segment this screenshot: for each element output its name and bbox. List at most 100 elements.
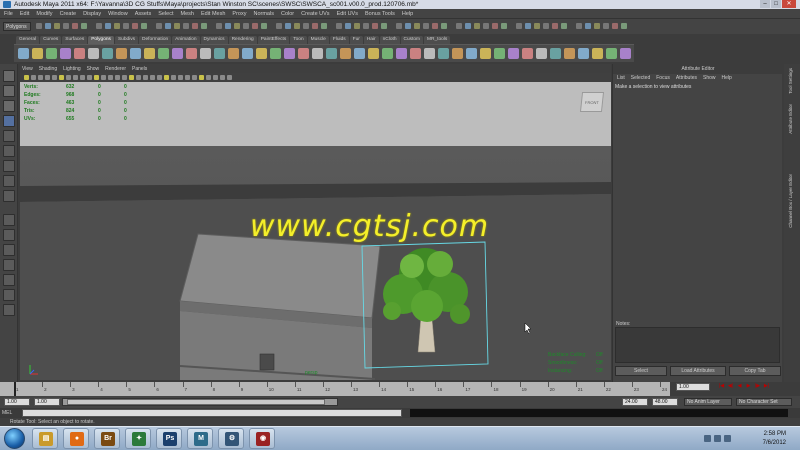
shelf-tool-icon[interactable] bbox=[32, 48, 43, 59]
shelf-tool-icon[interactable] bbox=[522, 48, 533, 59]
shelf-tool-icon[interactable] bbox=[550, 48, 561, 59]
status-line-icon[interactable] bbox=[423, 23, 429, 29]
shelf-tool-icon[interactable] bbox=[424, 48, 435, 59]
viewport-toolbar-icon[interactable] bbox=[80, 75, 85, 80]
viewport-toolbar-icon[interactable] bbox=[52, 75, 57, 80]
shelf-tool-icon[interactable] bbox=[200, 48, 211, 59]
status-line-icon[interactable] bbox=[585, 23, 591, 29]
status-line-icon[interactable] bbox=[123, 23, 129, 29]
shelf-tool-icon[interactable] bbox=[214, 48, 225, 59]
status-line-icon[interactable] bbox=[183, 23, 189, 29]
playback-button[interactable]: |◀ bbox=[718, 383, 725, 390]
status-line-icon[interactable] bbox=[36, 23, 42, 29]
tab-mr_tools[interactable]: MR_tools bbox=[424, 36, 451, 44]
shelf-tool-icon[interactable] bbox=[74, 48, 85, 59]
status-line-icon[interactable] bbox=[432, 23, 438, 29]
status-line-icon[interactable] bbox=[345, 23, 351, 29]
tool-button[interactable] bbox=[3, 304, 15, 316]
scene-3d[interactable] bbox=[20, 146, 611, 380]
shelf-tool-icon[interactable] bbox=[130, 48, 141, 59]
menu-item-help[interactable]: Help bbox=[402, 11, 413, 17]
attr-menu-selected[interactable]: Selected bbox=[631, 75, 650, 81]
tab-tool-settings[interactable]: Tool Settings bbox=[788, 68, 793, 94]
command-input[interactable] bbox=[22, 409, 402, 417]
menu-item-edit-uvs[interactable]: Edit UVs bbox=[337, 11, 358, 17]
status-line-icon[interactable] bbox=[534, 23, 540, 29]
character-set-select[interactable]: No Character Set bbox=[736, 398, 792, 406]
viewport-toolbar-icon[interactable] bbox=[73, 75, 78, 80]
tab-attribute-editor[interactable]: Attribute Editor bbox=[788, 104, 793, 134]
menu-item-color[interactable]: Color bbox=[281, 11, 294, 17]
taskbar-media-button[interactable]: ◉ bbox=[249, 428, 275, 449]
status-line-icon[interactable] bbox=[312, 23, 318, 29]
viewport-toolbar-icon[interactable] bbox=[220, 75, 225, 80]
status-line-icon[interactable] bbox=[192, 23, 198, 29]
maximize-button[interactable]: □ bbox=[771, 0, 781, 8]
tool-button[interactable] bbox=[3, 190, 15, 202]
status-line-icon[interactable] bbox=[45, 23, 51, 29]
viewport-toolbar-icon[interactable] bbox=[150, 75, 155, 80]
shelf-tool-icon[interactable] bbox=[494, 48, 505, 59]
tool-button[interactable] bbox=[3, 244, 15, 256]
playback-button[interactable]: |▶ bbox=[754, 383, 761, 390]
tool-button[interactable] bbox=[3, 85, 15, 97]
status-line-icon[interactable] bbox=[552, 23, 558, 29]
status-line-icon[interactable] bbox=[516, 23, 522, 29]
viewport-menu-shading[interactable]: Shading bbox=[39, 66, 57, 72]
shelf-tool-icon[interactable] bbox=[186, 48, 197, 59]
taskbar-bridge-button[interactable]: Br bbox=[94, 428, 120, 449]
tool-button[interactable] bbox=[3, 130, 15, 142]
tab-hair[interactable]: Hair bbox=[363, 36, 379, 44]
status-line-icon[interactable] bbox=[201, 23, 207, 29]
select-button[interactable]: Select bbox=[615, 366, 667, 376]
playback-button[interactable]: ◀ bbox=[736, 383, 743, 390]
tab-animation[interactable]: Animation bbox=[172, 36, 200, 44]
shelf-tool-icon[interactable] bbox=[60, 48, 71, 59]
status-line-icon[interactable] bbox=[576, 23, 582, 29]
shelf-tool-icon[interactable] bbox=[438, 48, 449, 59]
viewport-menu-panels[interactable]: Panels bbox=[132, 66, 147, 72]
shelf-tool-icon[interactable] bbox=[578, 48, 589, 59]
shelf-tool-icon[interactable] bbox=[284, 48, 295, 59]
status-line-icon[interactable] bbox=[225, 23, 231, 29]
anim-layer-select[interactable]: No Anim Layer bbox=[684, 398, 732, 406]
status-line-icon[interactable] bbox=[354, 23, 360, 29]
playback-end-field[interactable]: 24.00 bbox=[622, 398, 648, 406]
viewport-toolbar-icon[interactable] bbox=[136, 75, 141, 80]
menu-item-edit[interactable]: Edit bbox=[20, 11, 29, 17]
start-button[interactable] bbox=[4, 428, 25, 449]
viewport-toolbar-icon[interactable] bbox=[94, 75, 99, 80]
tool-button[interactable] bbox=[3, 145, 15, 157]
command-language-label[interactable]: MEL bbox=[2, 410, 12, 416]
tool-button[interactable] bbox=[3, 175, 15, 187]
tool-button[interactable] bbox=[3, 100, 15, 112]
status-line-icon[interactable] bbox=[141, 23, 147, 29]
shelf-tool-icon[interactable] bbox=[102, 48, 113, 59]
status-line-icon[interactable] bbox=[321, 23, 327, 29]
status-line-icon[interactable] bbox=[492, 23, 498, 29]
shelf-tool-icon[interactable] bbox=[508, 48, 519, 59]
status-line-icon[interactable] bbox=[561, 23, 567, 29]
playback-start-field[interactable]: 1.00 bbox=[34, 398, 60, 406]
status-line-icon[interactable] bbox=[261, 23, 267, 29]
shelf-tool-icon[interactable] bbox=[242, 48, 253, 59]
viewport-toolbar-icon[interactable] bbox=[101, 75, 106, 80]
status-line-icon[interactable] bbox=[165, 23, 171, 29]
viewport-toolbar-icon[interactable] bbox=[185, 75, 190, 80]
taskbar-explorer-button[interactable]: ▤ bbox=[32, 428, 58, 449]
viewport-menu-show[interactable]: Show bbox=[87, 66, 100, 72]
status-line-icon[interactable] bbox=[63, 23, 69, 29]
tab-fluids[interactable]: Fluids bbox=[329, 36, 349, 44]
viewport-toolbar-icon[interactable] bbox=[38, 75, 43, 80]
status-line-icon[interactable] bbox=[483, 23, 489, 29]
load-attributes-button[interactable]: Load Attributes bbox=[670, 366, 726, 376]
shelf-tool-icon[interactable] bbox=[620, 48, 631, 59]
shelf-tool-icon[interactable] bbox=[340, 48, 351, 59]
tab-custom[interactable]: Custom bbox=[400, 36, 424, 44]
status-line-icon[interactable] bbox=[252, 23, 258, 29]
playback-button[interactable]: ▶| bbox=[763, 383, 770, 390]
menu-item-mesh[interactable]: Mesh bbox=[181, 11, 194, 17]
end-time-field[interactable]: 48.00 bbox=[652, 398, 678, 406]
viewport-toolbar-icon[interactable] bbox=[66, 75, 71, 80]
status-line-icon[interactable] bbox=[441, 23, 447, 29]
